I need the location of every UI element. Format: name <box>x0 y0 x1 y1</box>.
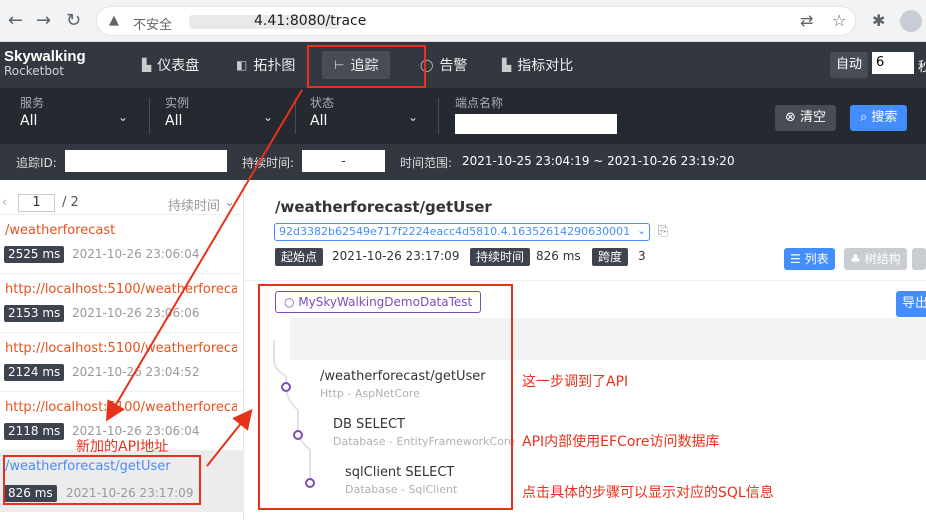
annotation-new-api: 新加的API地址 <box>76 439 169 455</box>
annotation-note: API内部使用EFCore访问数据库 <box>522 434 720 450</box>
annotation-note: 点击具体的步骤可以显示对应的SQL信息 <box>522 485 774 501</box>
annotation-note: 这一步调到了API <box>522 374 629 390</box>
arrow <box>105 89 303 422</box>
arrow <box>206 408 253 467</box>
